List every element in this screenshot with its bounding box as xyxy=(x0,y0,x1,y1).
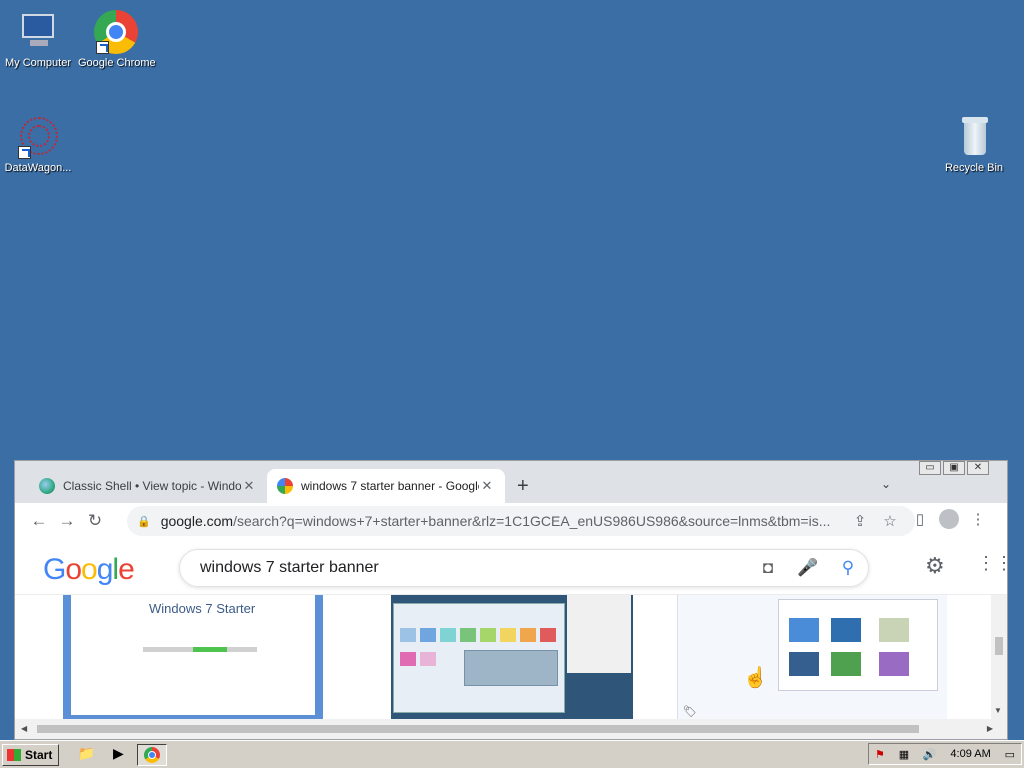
menu-kebab-icon[interactable]: ⋮ xyxy=(965,510,991,528)
classic-shell-favicon-icon xyxy=(39,478,55,494)
taskbar: Start 📁 ▶ ⚑ ▦ 🔊 4:09 AM ▭ xyxy=(0,740,1024,768)
share-icon[interactable]: ⇪ xyxy=(845,512,875,530)
url-domain: google.com xyxy=(160,513,234,529)
image-result-2-side xyxy=(567,595,631,673)
close-window-button[interactable]: ✕ xyxy=(967,461,989,475)
page-content: Google windows 7 starter banner ◘ 🎤 ⚲ ⚙ … xyxy=(15,539,1007,719)
new-tab-button[interactable]: + xyxy=(517,475,529,498)
close-tab-icon[interactable]: ✕ xyxy=(241,478,257,494)
horizontal-scrollbar[interactable]: ◀ ▶ xyxy=(15,719,1007,739)
desktop-icon-recycle-bin[interactable]: Recycle Bin xyxy=(936,115,1012,174)
windows-flag-icon xyxy=(7,748,21,761)
media-player-quicklaunch-icon[interactable]: ▶ xyxy=(107,745,129,765)
scroll-right-icon[interactable]: ▶ xyxy=(987,724,993,733)
scroll-left-icon[interactable]: ◀ xyxy=(21,724,27,733)
google-search-box[interactable]: windows 7 starter banner ◘ 🎤 ⚲ xyxy=(179,549,869,587)
reload-button[interactable]: ↻ xyxy=(81,511,109,531)
browser-toolbar: ← → ↻ 🔒 google.com/search?q=windows+7+st… xyxy=(15,503,1007,539)
start-label: Start xyxy=(25,747,53,762)
address-bar[interactable]: 🔒 google.com/search?q=windows+7+starter+… xyxy=(127,506,915,536)
restore-button[interactable]: ▣ xyxy=(943,461,965,475)
desktop-icon-google-chrome[interactable]: Google Chrome xyxy=(78,10,156,69)
desktop-icon-label: My Computer xyxy=(4,57,72,69)
lock-icon: 🔒 xyxy=(137,515,151,528)
tab-classic-shell[interactable]: Classic Shell • View topic - Windows ✕ xyxy=(29,469,267,503)
image-result-3[interactable] xyxy=(677,595,947,719)
tab-search-chevron-icon[interactable]: ⌄ xyxy=(881,477,891,491)
chrome-icon xyxy=(144,746,161,763)
taskbar-chrome-button[interactable] xyxy=(137,743,168,766)
forward-button[interactable]: → xyxy=(53,511,81,531)
tab-title: Classic Shell • View topic - Windows xyxy=(63,479,241,493)
search-icon[interactable]: ⚲ xyxy=(828,558,868,578)
image-result-2-preview xyxy=(393,603,565,713)
apps-grid-icon[interactable]: ⋮⋮ xyxy=(977,553,1007,574)
thumb-caption: Windows 7 Starter xyxy=(149,601,256,616)
recycle-bin-icon xyxy=(952,115,996,159)
vertical-scroll-thumb[interactable] xyxy=(995,637,1003,655)
horizontal-scroll-thumb[interactable] xyxy=(37,725,919,733)
microphone-icon[interactable]: 🎤 xyxy=(788,558,828,578)
volume-icon[interactable]: 🔊 xyxy=(923,748,937,761)
settings-gear-icon[interactable]: ⚙ xyxy=(925,553,945,579)
shortcut-arrow-icon xyxy=(18,146,31,159)
desktop-icon-datawagon[interactable]: DataWagon... xyxy=(0,115,76,174)
image-result-1-preview: Windows 7 Starter xyxy=(71,595,315,715)
start-button[interactable]: Start xyxy=(2,743,60,766)
show-desktop-icon[interactable]: ▭ xyxy=(1005,748,1015,761)
tab-google-search[interactable]: windows 7 starter banner - Google ✕ xyxy=(267,469,505,503)
toolbar-right: ▯ ⋮ xyxy=(907,509,991,529)
close-tab-icon[interactable]: ✕ xyxy=(479,478,495,494)
camera-icon[interactable]: ◘ xyxy=(748,558,788,578)
tag-icon: 🏷 xyxy=(683,706,697,718)
google-logo[interactable]: Google xyxy=(43,553,135,587)
scroll-down-icon[interactable]: ▼ xyxy=(994,706,1002,715)
datawagon-icon xyxy=(16,115,60,159)
profile-avatar-icon[interactable] xyxy=(939,509,959,529)
shortcut-arrow-icon xyxy=(96,41,109,54)
image-result-2[interactable] xyxy=(391,595,633,719)
image-result-1[interactable]: Windows 7 Starter xyxy=(63,595,323,719)
desktop-icon-label: Google Chrome xyxy=(78,57,156,69)
tab-title: windows 7 starter banner - Google xyxy=(301,479,479,493)
bookmark-star-icon[interactable]: ☆ xyxy=(875,512,905,530)
system-tray: ⚑ ▦ 🔊 4:09 AM ▭ xyxy=(868,743,1022,765)
explorer-quicklaunch-icon[interactable]: 📁 xyxy=(75,745,97,765)
url-text: google.com/search?q=windows+7+starter+ba… xyxy=(161,513,845,529)
side-panel-icon[interactable]: ▯ xyxy=(907,510,933,528)
back-button[interactable]: ← xyxy=(25,511,53,531)
url-path: /search?q=windows+7+starter+banner&rlz=1… xyxy=(233,513,831,529)
computer-icon xyxy=(16,10,60,54)
security-alert-icon[interactable]: ⚑ xyxy=(875,748,885,761)
desktop-icon-label: DataWagon... xyxy=(4,162,72,174)
chrome-window: Classic Shell • View topic - Windows ✕ w… xyxy=(14,460,1008,740)
minimize-button[interactable]: ▭ xyxy=(919,461,941,475)
desktop-icon-my-computer[interactable]: My Computer xyxy=(0,10,76,69)
desktop-icon-label: Recycle Bin xyxy=(944,162,1004,174)
image-result-3-preview xyxy=(778,599,938,691)
google-header: Google windows 7 starter banner ◘ 🎤 ⚲ ⚙ … xyxy=(15,539,1007,595)
network-icon[interactable]: ▦ xyxy=(899,748,909,761)
clock[interactable]: 4:09 AM xyxy=(950,748,990,760)
image-results: Windows 7 Starter 🏷 ☝ xyxy=(15,595,995,719)
chrome-icon xyxy=(94,10,138,54)
window-controls: ▭ ▣ ✕ xyxy=(919,461,989,475)
hand-cursor-icon: ☝ xyxy=(743,667,768,689)
tab-strip: Classic Shell • View topic - Windows ✕ w… xyxy=(15,461,1007,503)
progress-bar-thumb xyxy=(143,647,257,652)
google-favicon-icon xyxy=(277,478,293,494)
search-query-text[interactable]: windows 7 starter banner xyxy=(200,559,748,577)
